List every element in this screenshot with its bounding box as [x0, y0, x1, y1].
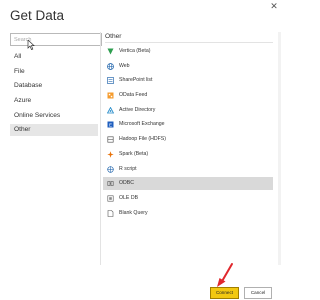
source-item-odbc[interactable]: ODBC — [103, 177, 273, 190]
source-item-r-script[interactable]: R script — [103, 163, 273, 176]
data-source-list: Vertica (Beta) Web SharePoint list OData… — [103, 45, 273, 221]
close-button[interactable]: ✕ — [269, 1, 279, 11]
source-label: Web — [119, 62, 130, 69]
source-label: Microsoft Exchange — [119, 121, 165, 128]
list-scrollbar[interactable] — [278, 32, 281, 265]
source-item-sharepoint[interactable]: SharePoint list — [103, 74, 273, 87]
category-label: File — [14, 67, 25, 75]
odata-icon — [107, 92, 114, 99]
vertica-icon — [107, 48, 114, 55]
category-label: Azure — [14, 97, 32, 105]
svg-text:E: E — [109, 123, 112, 128]
annotation-arrow-icon — [217, 263, 233, 287]
category-label: All — [14, 53, 22, 60]
heading-divider — [105, 42, 273, 43]
source-panel-heading: Other — [105, 33, 122, 40]
source-item-active-directory[interactable]: Active Directory — [103, 104, 273, 117]
connect-button[interactable]: Connect — [210, 287, 239, 299]
category-online-services[interactable]: Online Services — [10, 110, 98, 122]
sharepoint-icon — [107, 77, 114, 85]
search-input[interactable] — [10, 33, 102, 46]
dialog-title: Get Data — [10, 8, 65, 23]
category-label: Database — [14, 82, 43, 90]
hadoop-icon — [107, 136, 114, 143]
category-all[interactable]: All — [10, 51, 98, 63]
source-item-odata[interactable]: OData Feed — [103, 89, 273, 102]
category-azure[interactable]: Azure — [10, 95, 98, 107]
source-item-hadoop[interactable]: Hadoop File (HDFS) — [103, 133, 273, 146]
source-label: Active Directory — [119, 106, 156, 113]
r-script-icon — [107, 165, 114, 173]
odbc-icon — [107, 181, 114, 186]
get-data-dialog: ✕ Get Data All File Database Azure Onlin… — [0, 0, 287, 300]
blank-query-icon — [107, 209, 114, 217]
source-item-oledb[interactable]: OLE DB — [103, 192, 273, 205]
source-label: Hadoop File (HDFS) — [119, 136, 166, 143]
source-item-web[interactable]: Web — [103, 60, 273, 73]
oledb-icon — [107, 195, 114, 202]
category-file[interactable]: File — [10, 66, 98, 78]
source-item-exchange[interactable]: E Microsoft Exchange — [103, 118, 273, 131]
source-label: R script — [119, 165, 137, 172]
source-item-blank-query[interactable]: Blank Query — [103, 207, 273, 220]
category-label: Other — [14, 126, 31, 134]
category-database[interactable]: Database — [10, 80, 98, 92]
source-item-spark[interactable]: Spark (Beta) — [103, 148, 273, 161]
source-label: Vertica (Beta) — [119, 48, 151, 54]
cancel-button[interactable]: Cancel — [244, 287, 272, 299]
spark-icon — [107, 151, 114, 158]
source-label: SharePoint list — [119, 77, 153, 84]
active-directory-icon — [107, 106, 114, 114]
category-label: Online Services — [14, 111, 61, 119]
source-label: Blank Query — [119, 209, 148, 216]
mouse-cursor-icon — [27, 40, 35, 50]
source-label: OData Feed — [119, 92, 148, 99]
globe-icon — [107, 62, 114, 70]
panel-divider — [100, 32, 101, 265]
source-label: ODBC — [119, 180, 134, 187]
close-icon: ✕ — [270, 1, 278, 11]
source-label: Spark (Beta) — [119, 150, 149, 157]
category-other[interactable]: Other — [10, 124, 98, 137]
exchange-icon: E — [107, 121, 114, 128]
category-list: All File Database Azure Online Services … — [10, 51, 98, 139]
source-item-vertica[interactable]: Vertica (Beta) — [103, 45, 273, 58]
source-label: OLE DB — [119, 194, 139, 201]
